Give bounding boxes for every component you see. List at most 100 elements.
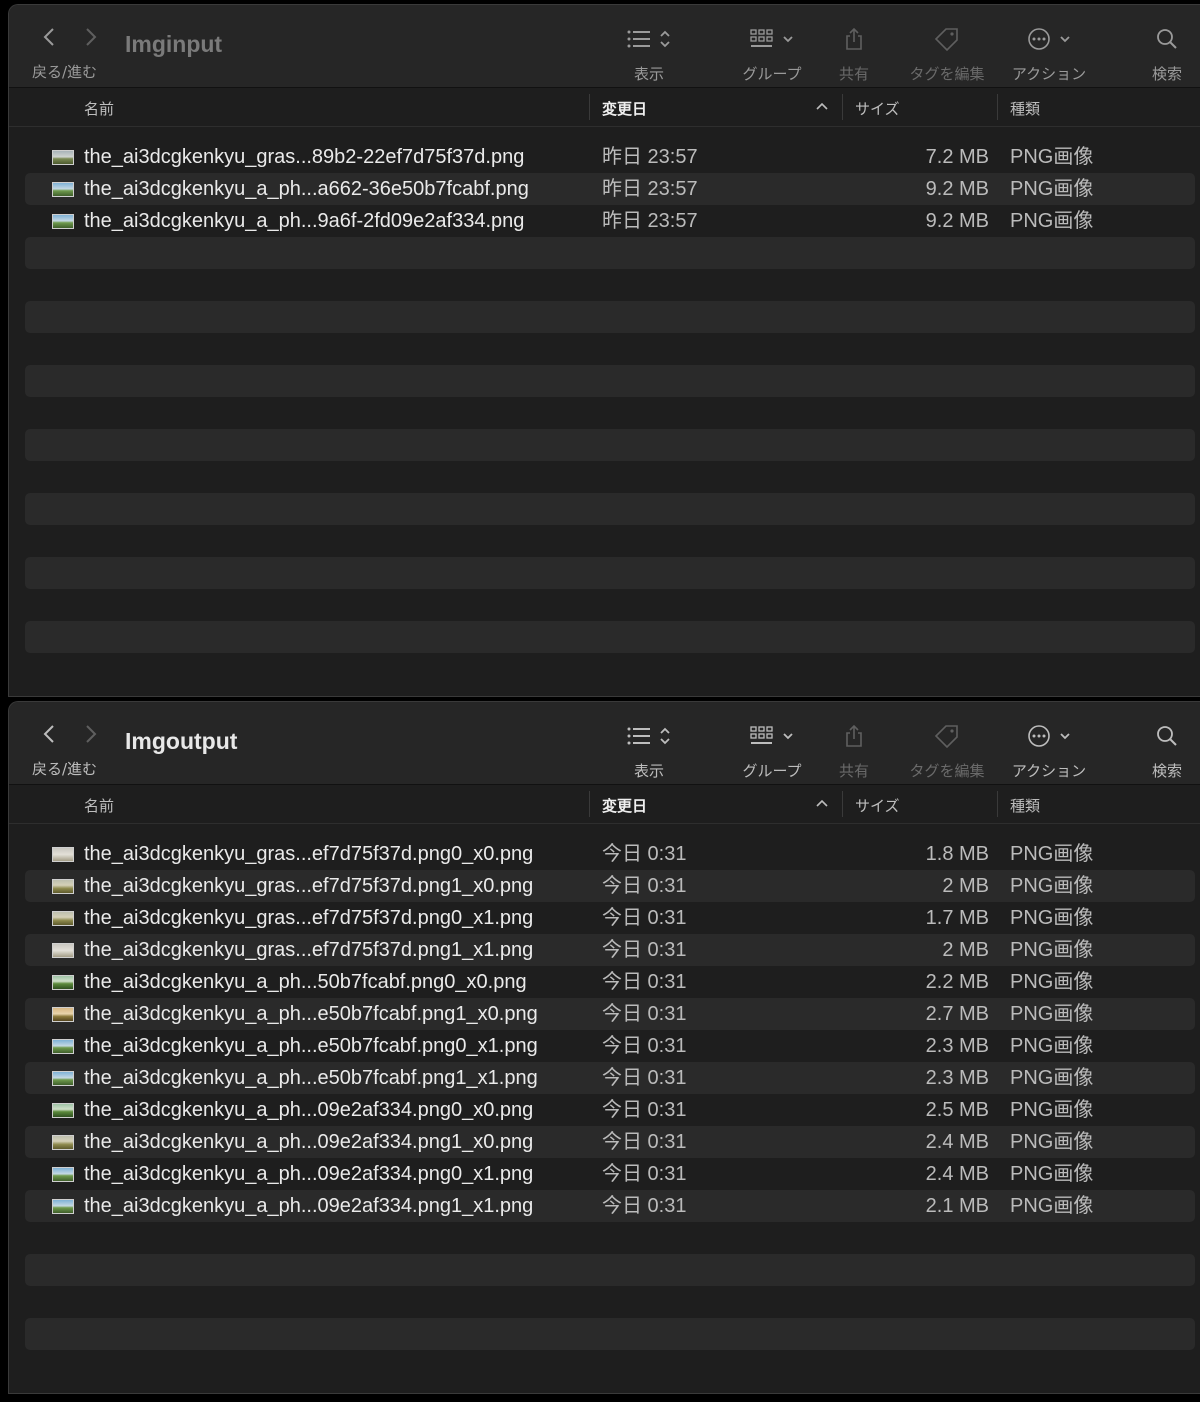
ellipsis-circle-icon <box>1028 28 1050 50</box>
column-header: 名前 変更日 サイズ 種類 <box>9 785 1200 824</box>
column-divider[interactable] <box>589 791 590 817</box>
file-row[interactable]: the_ai3dcgkenkyu_a_ph...e50b7fcabf.png1_… <box>25 998 1195 1030</box>
nav-label: 戻る/進む <box>32 63 98 81</box>
chevron-left-icon <box>43 725 54 743</box>
share-label: 共有 <box>838 762 869 780</box>
file-date: 今日 0:31 <box>602 1003 687 1025</box>
column-divider[interactable] <box>589 94 590 120</box>
file-row[interactable]: the_ai3dcgkenkyu_a_ph...09e2af334.png1_x… <box>25 1126 1195 1158</box>
file-row[interactable]: the_ai3dcgkenkyu_a_ph...09e2af334.png0_x… <box>25 1158 1195 1190</box>
file-row[interactable]: the_ai3dcgkenkyu_a_ph...e50b7fcabf.png1_… <box>25 1062 1195 1094</box>
file-row[interactable]: the_ai3dcgkenkyu_a_ph...09e2af334.png1_x… <box>25 1190 1195 1222</box>
window-title: Imgoutput <box>125 728 238 754</box>
search-label: 検索 <box>1151 65 1182 83</box>
file-size: 2.3 MB <box>925 1035 989 1057</box>
column-name[interactable]: 名前 <box>84 795 114 816</box>
image-thumbnail-icon <box>52 911 74 926</box>
toolbar: 戻る/進む Imgoutput 表示 グループ 共有 タグを編集 アクション 検… <box>9 702 1200 785</box>
file-row[interactable]: the_ai3dcgkenkyu_a_ph...09e2af334.png0_x… <box>25 1094 1195 1126</box>
file-size: 1.8 MB <box>925 843 989 865</box>
image-thumbnail-icon <box>52 214 74 229</box>
grid-group-icon <box>750 726 773 744</box>
file-name: the_ai3dcgkenkyu_a_ph...09e2af334.png1_x… <box>84 1131 534 1153</box>
file-kind: PNG画像 <box>1010 1003 1094 1025</box>
group-button[interactable]: グループ <box>729 718 815 781</box>
empty-row <box>25 621 1195 653</box>
search-button[interactable]: 検索 <box>1137 718 1197 781</box>
image-thumbnail-icon <box>52 1039 74 1054</box>
chevron-right-icon <box>86 28 97 46</box>
view-button[interactable]: 表示 <box>609 718 689 781</box>
file-row[interactable]: the_ai3dcgkenkyu_gras...ef7d75f37d.png1_… <box>25 870 1195 902</box>
sort-ascending-icon <box>815 98 829 116</box>
window-title: Imginput <box>125 31 223 57</box>
forward-button[interactable] <box>79 722 103 746</box>
file-row[interactable]: the_ai3dcgkenkyu_a_ph...e50b7fcabf.png0_… <box>25 1030 1195 1062</box>
file-date: 今日 0:31 <box>602 1067 687 1089</box>
column-divider[interactable] <box>997 791 998 817</box>
column-name[interactable]: 名前 <box>84 98 114 119</box>
action-button[interactable]: アクション <box>999 21 1099 84</box>
file-date: 今日 0:31 <box>602 875 687 897</box>
search-button[interactable]: 検索 <box>1137 21 1197 84</box>
column-divider[interactable] <box>842 791 843 817</box>
file-row[interactable]: the_ai3dcgkenkyu_a_ph...9a6f-2fd09e2af33… <box>25 205 1195 237</box>
chevron-down-icon <box>1060 36 1070 43</box>
chevron-down-icon <box>783 36 793 43</box>
finder-window-imgoutput: 戻る/進む Imgoutput 表示 グループ 共有 タグを編集 アクション 検… <box>8 701 1200 1394</box>
edit-tags-button[interactable]: タグを編集 <box>897 21 997 84</box>
file-kind: PNG画像 <box>1010 1099 1094 1121</box>
file-date: 今日 0:31 <box>602 843 687 865</box>
column-size[interactable]: サイズ <box>855 795 900 816</box>
file-row[interactable]: the_ai3dcgkenkyu_gras...ef7d75f37d.png0_… <box>25 902 1195 934</box>
nav-label: 戻る/進む <box>32 760 98 778</box>
file-name: the_ai3dcgkenkyu_gras...ef7d75f37d.png1_… <box>84 875 534 897</box>
file-kind: PNG画像 <box>1010 1195 1094 1217</box>
image-thumbnail-icon <box>52 943 74 958</box>
action-button[interactable]: アクション <box>999 718 1099 781</box>
share-button[interactable]: 共有 <box>824 21 884 84</box>
back-button[interactable] <box>37 25 61 49</box>
file-kind: PNG画像 <box>1010 1035 1094 1057</box>
column-header: 名前 変更日 サイズ 種類 <box>9 88 1200 127</box>
image-thumbnail-icon <box>52 1199 74 1214</box>
file-kind: PNG画像 <box>1010 971 1094 993</box>
column-date[interactable]: 変更日 <box>602 98 647 119</box>
file-size: 2.2 MB <box>925 971 989 993</box>
file-list: the_ai3dcgkenkyu_gras...89b2-22ef7d75f37… <box>25 141 1195 685</box>
edit-tags-button[interactable]: タグを編集 <box>897 718 997 781</box>
file-row[interactable]: the_ai3dcgkenkyu_gras...89b2-22ef7d75f37… <box>25 141 1195 173</box>
file-list: the_ai3dcgkenkyu_gras...ef7d75f37d.png0_… <box>25 838 1195 1382</box>
empty-row <box>25 429 1195 461</box>
group-button[interactable]: グループ <box>729 21 815 84</box>
column-divider[interactable] <box>842 94 843 120</box>
file-row[interactable]: the_ai3dcgkenkyu_gras...ef7d75f37d.png0_… <box>25 838 1195 870</box>
forward-button[interactable] <box>79 25 103 49</box>
file-name: the_ai3dcgkenkyu_a_ph...e50b7fcabf.png0_… <box>84 1035 538 1057</box>
column-divider[interactable] <box>997 94 998 120</box>
file-name: the_ai3dcgkenkyu_a_ph...e50b7fcabf.png1_… <box>84 1067 538 1089</box>
list-view-icon <box>627 30 650 48</box>
share-button[interactable]: 共有 <box>824 718 884 781</box>
image-thumbnail-icon <box>52 1103 74 1118</box>
file-kind: PNG画像 <box>1010 843 1094 865</box>
empty-row <box>25 365 1195 397</box>
file-date: 今日 0:31 <box>602 971 687 993</box>
column-kind[interactable]: 種類 <box>1010 98 1040 119</box>
empty-row <box>25 1222 1195 1254</box>
file-size: 2.3 MB <box>925 1067 989 1089</box>
search-icon <box>1157 29 1177 49</box>
group-label: グループ <box>742 762 802 780</box>
image-thumbnail-icon <box>52 182 74 197</box>
back-button[interactable] <box>37 722 61 746</box>
file-row[interactable]: the_ai3dcgkenkyu_a_ph...a662-36e50b7fcab… <box>25 173 1195 205</box>
view-button[interactable]: 表示 <box>609 21 689 84</box>
file-row[interactable]: the_ai3dcgkenkyu_gras...ef7d75f37d.png1_… <box>25 934 1195 966</box>
column-kind[interactable]: 種類 <box>1010 795 1040 816</box>
empty-row <box>25 589 1195 621</box>
empty-row <box>25 237 1195 269</box>
file-row[interactable]: the_ai3dcgkenkyu_a_ph...50b7fcabf.png0_x… <box>25 966 1195 998</box>
column-date[interactable]: 変更日 <box>602 795 647 816</box>
file-date: 今日 0:31 <box>602 1195 687 1217</box>
column-size[interactable]: サイズ <box>855 98 900 119</box>
